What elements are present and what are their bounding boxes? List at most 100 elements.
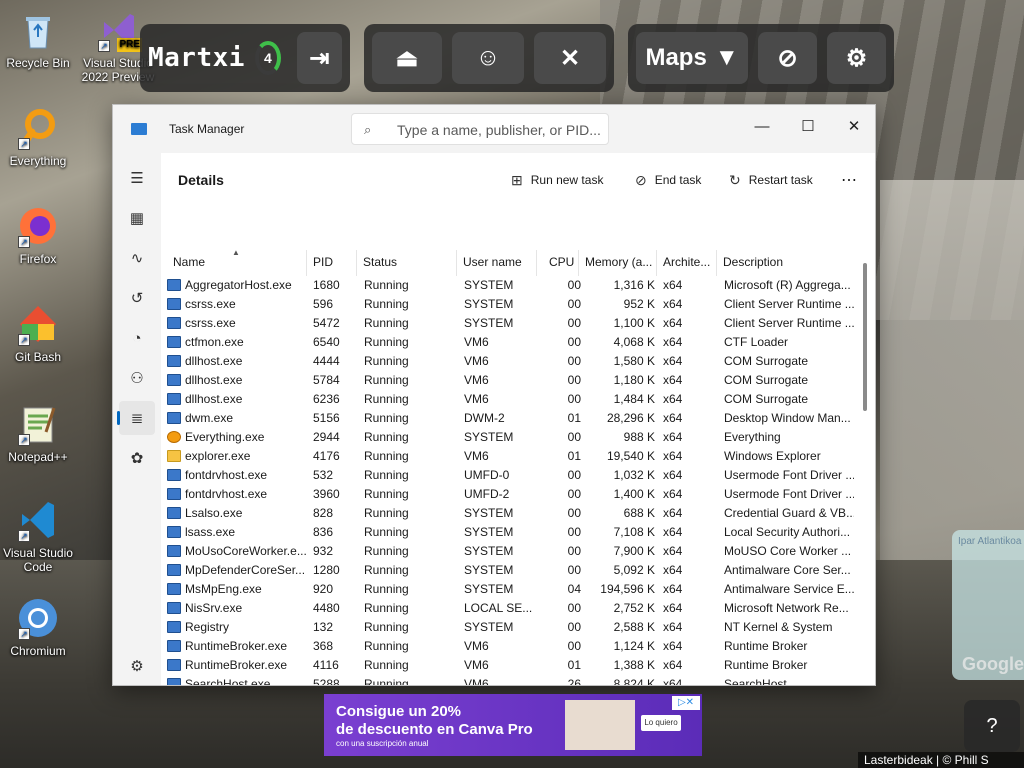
ad-close-icon[interactable]: ▷✕ xyxy=(672,696,700,710)
nav-settings[interactable]: ⚙ xyxy=(119,649,155,683)
process-pid: 532 xyxy=(313,468,334,482)
table-row[interactable]: RuntimeBroker.exe 4116 Running VM6 01 1,388 K… xyxy=(161,656,861,675)
process-user: UMFD-0 xyxy=(464,468,510,482)
table-row[interactable]: MpDefenderCoreSer... 1280 Running SYSTEM 00 5… xyxy=(161,561,861,580)
process-name: lsass.exe xyxy=(185,525,236,539)
maps-dropdown[interactable]: Maps ▼ xyxy=(636,32,749,84)
column-header-memory[interactable]: Memory (a... xyxy=(579,250,657,276)
more-options-button[interactable]: ⋯ xyxy=(841,167,857,193)
restart-task-button[interactable]: ↻ Restart task xyxy=(729,167,813,193)
column-header-architecture[interactable]: Archite... xyxy=(657,250,717,276)
process-architecture: x64 xyxy=(663,316,683,330)
vertical-scrollbar[interactable] xyxy=(863,263,867,411)
startup-gauge-icon: ◔ xyxy=(132,329,142,347)
table-row[interactable]: SearchHost.exe 5288 Running VM6 26 8,824 K x64… xyxy=(161,675,861,686)
desktop-icon-notepadpp[interactable]: ↗ Notepad++ xyxy=(0,402,76,464)
process-description: Local Security Authori... xyxy=(724,525,851,539)
desktop-icon-recycle-bin[interactable]: Recycle Bin xyxy=(0,8,76,70)
process-memory: 8,824 K xyxy=(613,677,655,686)
hamburger-menu-button[interactable]: ☰ xyxy=(119,161,155,195)
desktop-icon-label: Firefox xyxy=(19,252,57,266)
table-row[interactable]: fontdrvhost.exe 532 Running UMFD-0 00 1,032 K… xyxy=(161,466,861,485)
process-description: Antimalware Service E... xyxy=(724,582,854,596)
column-header-user-name[interactable]: User name xyxy=(457,250,537,276)
title-bar[interactable]: Task Manager ⌕ Type a name, publisher, o… xyxy=(113,105,875,153)
process-icon xyxy=(167,602,181,614)
process-memory: 19,540 K xyxy=(606,449,655,463)
end-task-button[interactable]: ⊘ End task xyxy=(635,167,701,193)
column-header-cpu[interactable]: CPU xyxy=(543,250,579,276)
ad-cta-button[interactable]: Lo quiero xyxy=(641,715,681,731)
desktop-icon-label: Notepad++ xyxy=(8,450,68,464)
table-row[interactable]: dllhost.exe 5784 Running VM6 00 1,180 K x64 COM… xyxy=(161,371,861,390)
table-row[interactable]: ctfmon.exe 6540 Running VM6 00 4,068 K x64 CTF … xyxy=(161,333,861,352)
help-button[interactable]: ? xyxy=(964,700,1020,752)
process-memory: 7,108 K xyxy=(613,525,655,539)
table-row[interactable]: MoUsoCoreWorker.e... 932 Running SYSTEM 00 7,… xyxy=(161,542,861,561)
process-status: Running xyxy=(364,297,409,311)
settings-button[interactable]: ⚙ xyxy=(827,32,886,84)
process-architecture: x64 xyxy=(663,449,683,463)
desktop-icon-chromium[interactable]: ↗ Chromium xyxy=(0,596,76,658)
process-user: SYSTEM xyxy=(464,506,514,520)
performance-icon: ∿ xyxy=(130,250,144,267)
table-row[interactable]: Everything.exe 2944 Running SYSTEM 00 988 K x6… xyxy=(161,428,861,447)
process-status: Running xyxy=(364,468,409,482)
table-row[interactable]: dllhost.exe 6236 Running VM6 00 1,484 K x64 COM… xyxy=(161,390,861,409)
run-new-task-button[interactable]: ⊞ Run new task xyxy=(511,167,603,193)
table-row[interactable]: RuntimeBroker.exe 368 Running VM6 00 1,124 K x… xyxy=(161,637,861,656)
table-row[interactable]: explorer.exe 4176 Running VM6 01 19,540 K x64 W… xyxy=(161,447,861,466)
process-user: VM6 xyxy=(464,677,489,686)
column-header-pid[interactable]: PID xyxy=(307,250,357,276)
process-name: dwm.exe xyxy=(185,411,234,425)
process-architecture: x64 xyxy=(663,525,683,539)
nav-users[interactable]: ⚇ xyxy=(119,361,155,395)
battle-button[interactable]: ✕ xyxy=(534,32,606,84)
close-button[interactable]: ✕ xyxy=(831,111,875,141)
task-manager-app-icon xyxy=(131,123,147,135)
process-status: Running xyxy=(364,563,409,577)
shortcut-arrow-icon: ↗ xyxy=(18,628,30,640)
timer-off-button[interactable]: ⊘ xyxy=(758,32,818,84)
table-row[interactable]: Lsalso.exe 828 Running SYSTEM 00 688 K x64 Cred… xyxy=(161,504,861,523)
table-row[interactable]: AggregatorHost.exe 1680 Running SYSTEM 00 1,3… xyxy=(161,276,861,295)
nav-app-history[interactable]: ↺ xyxy=(119,281,155,315)
processes-icon: ▦ xyxy=(129,210,145,227)
pin-mode-button[interactable]: ⏏ xyxy=(372,32,442,84)
nav-details[interactable]: ≣ xyxy=(117,401,155,435)
desktop-icon-git-bash[interactable]: ↗ Git Bash xyxy=(0,302,76,364)
table-row[interactable]: fontdrvhost.exe 3960 Running UMFD-2 00 1,400 … xyxy=(161,485,861,504)
exit-button[interactable]: ⇥ xyxy=(296,32,342,84)
column-header-description[interactable]: Description xyxy=(717,250,861,276)
desktop-icon-firefox[interactable]: ↗ Firefox xyxy=(0,204,76,266)
nav-processes[interactable]: ▦ xyxy=(119,201,155,235)
table-row[interactable]: NisSrv.exe 4480 Running LOCAL SE... 00 2,752 … xyxy=(161,599,861,618)
nav-services[interactable]: ✿ xyxy=(119,441,155,475)
process-status: Running xyxy=(364,430,409,444)
table-row[interactable]: dllhost.exe 4444 Running VM6 00 1,580 K x64 COM… xyxy=(161,352,861,371)
desktop-icon-everything[interactable]: ↗ Everything xyxy=(0,106,76,168)
process-architecture: x64 xyxy=(663,601,683,615)
nav-performance[interactable]: ∿ xyxy=(119,241,155,275)
table-row[interactable]: MsMpEng.exe 920 Running SYSTEM 04 194,596 K x6… xyxy=(161,580,861,599)
search-box[interactable]: ⌕ Type a name, publisher, or PID... xyxy=(351,113,609,145)
multiplayer-button[interactable]: ☺ xyxy=(452,32,524,84)
table-row[interactable]: lsass.exe 836 Running SYSTEM 00 7,108 K x64 Loc… xyxy=(161,523,861,542)
column-header-status[interactable]: Status xyxy=(357,250,457,276)
table-row[interactable]: csrss.exe 596 Running SYSTEM 00 952 K x64 Clien… xyxy=(161,295,861,314)
column-header-name[interactable]: Name xyxy=(167,250,307,276)
process-cpu: 00 xyxy=(567,278,581,292)
process-status: Running xyxy=(364,601,409,615)
maximize-button[interactable]: ☐ xyxy=(785,111,831,141)
table-row[interactable]: csrss.exe 5472 Running SYSTEM 00 1,100 K x64 Cl… xyxy=(161,314,861,333)
nav-startup-apps[interactable]: ◔ xyxy=(119,321,155,355)
process-pid: 368 xyxy=(313,639,334,653)
minimize-button[interactable]: — xyxy=(739,111,785,141)
ad-banner[interactable]: Consigue un 20% de descuento en Canva Pr… xyxy=(324,694,702,756)
section-title: Details xyxy=(178,172,224,188)
table-row[interactable]: dwm.exe 5156 Running DWM-2 01 28,296 K x64 Desk… xyxy=(161,409,861,428)
pin-icon: ⏏ xyxy=(395,44,419,72)
table-row[interactable]: Registry 132 Running SYSTEM 00 2,588 K x64 NT K… xyxy=(161,618,861,637)
process-memory: 1,124 K xyxy=(613,639,655,653)
desktop-icon-vscode[interactable]: ↗ Visual Studio Code xyxy=(0,498,76,574)
